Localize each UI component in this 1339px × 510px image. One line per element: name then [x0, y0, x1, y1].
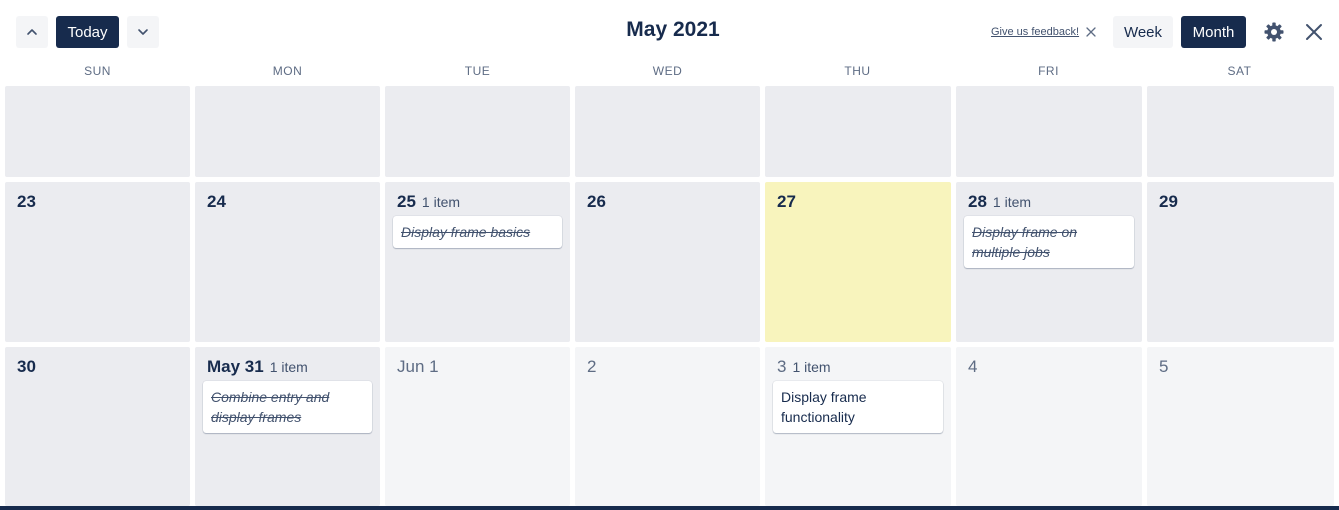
day-label: 28 [968, 192, 987, 211]
day-cell[interactable]: Jun 1 [385, 347, 570, 506]
weekday-sun: SUN [84, 64, 111, 78]
item-count: 1 item [792, 359, 831, 375]
day-cell[interactable] [765, 86, 951, 177]
day-label: 23 [17, 192, 36, 211]
week-view-button[interactable]: Week [1113, 16, 1173, 48]
day-cell[interactable]: 3 1 item Display frame functionality [765, 347, 951, 506]
day-cell[interactable] [1147, 86, 1334, 177]
close-icon [1086, 27, 1096, 37]
weekday-thu: THU [844, 64, 871, 78]
window-bottom-edge [0, 506, 1339, 510]
month-view-button[interactable]: Month [1181, 16, 1246, 48]
day-cell[interactable]: 5 [1147, 347, 1334, 506]
weekday-wed: WED [652, 64, 683, 78]
day-label: 27 [777, 192, 796, 211]
day-number: 28 1 item [968, 192, 1031, 212]
day-label: 2 [587, 357, 597, 376]
close-icon [1306, 24, 1322, 40]
day-label: 25 [397, 192, 416, 211]
weekday-fri: FRI [1038, 64, 1059, 78]
day-cell[interactable]: 23 [5, 182, 190, 342]
day-cell[interactable]: 30 [5, 347, 190, 506]
day-number: May 31 1 item [207, 357, 308, 377]
calendar-toolbar: Today May 2021 Give us feedback! Week Mo… [0, 0, 1339, 64]
day-cell[interactable]: May 31 1 item Combine entry and display fr… [195, 347, 380, 506]
previous-month-button[interactable] [16, 16, 48, 48]
event-card[interactable]: Display frame functionality [773, 381, 943, 433]
day-label: 4 [968, 357, 978, 376]
day-cell[interactable]: 4 [956, 347, 1142, 506]
gear-icon [1264, 22, 1284, 42]
day-label: 29 [1159, 192, 1178, 211]
day-cell[interactable]: 27 [765, 182, 951, 342]
event-card[interactable]: Display frame on multiple jobs [964, 216, 1134, 268]
feedback-link[interactable]: Give us feedback! [991, 26, 1079, 38]
day-cell[interactable] [5, 86, 190, 177]
day-number: 5 [1159, 357, 1168, 377]
day-cell[interactable] [575, 86, 760, 177]
day-number: 25 1 item [397, 192, 460, 212]
item-count: 1 item [992, 194, 1032, 210]
weekday-sat: SAT [1227, 64, 1252, 78]
day-number: 29 [1159, 192, 1178, 212]
event-card[interactable]: Display frame basics [393, 216, 562, 248]
day-cell[interactable] [956, 86, 1142, 177]
day-label: 5 [1159, 357, 1169, 376]
day-number: 30 [17, 357, 36, 377]
day-number: 2 [587, 357, 596, 377]
day-number: 23 [17, 192, 36, 212]
day-cell[interactable]: 28 1 item Display frame on multiple jobs [956, 182, 1142, 342]
day-label: 26 [587, 192, 606, 211]
day-label: 3 [777, 357, 787, 376]
today-button[interactable]: Today [56, 16, 119, 48]
close-calendar-button[interactable] [1303, 20, 1325, 44]
settings-button[interactable] [1262, 20, 1286, 44]
day-cell[interactable] [195, 86, 380, 177]
day-number: 24 [207, 192, 226, 212]
dismiss-feedback-button[interactable] [1084, 22, 1098, 42]
day-number: 3 1 item [777, 357, 831, 377]
event-card[interactable]: Combine entry and display frames [203, 381, 372, 433]
day-cell[interactable]: 2 [575, 347, 760, 506]
day-cell[interactable]: 26 [575, 182, 760, 342]
item-count: 1 item [421, 194, 461, 210]
day-number: 26 [587, 192, 606, 212]
day-label: 24 [207, 192, 226, 211]
day-cell[interactable]: 25 1 item Display frame basics [385, 182, 570, 342]
next-month-button[interactable] [127, 16, 159, 48]
day-cell[interactable]: 24 [195, 182, 380, 342]
item-count: 1 item [269, 359, 308, 375]
day-label: 30 [17, 357, 36, 376]
chevron-up-icon [27, 29, 37, 35]
chevron-down-icon [138, 29, 148, 35]
day-number: 27 [777, 192, 796, 212]
weekday-mon: MON [272, 64, 303, 78]
day-label: Jun 1 [397, 357, 439, 376]
day-cell[interactable] [385, 86, 570, 177]
day-cell[interactable]: 29 [1147, 182, 1334, 342]
day-number: Jun 1 [397, 357, 439, 377]
calendar-title: May 2021 [626, 18, 720, 41]
day-number: 4 [968, 357, 977, 377]
day-label: May 31 [207, 357, 264, 376]
weekday-tue: TUE [464, 64, 491, 78]
